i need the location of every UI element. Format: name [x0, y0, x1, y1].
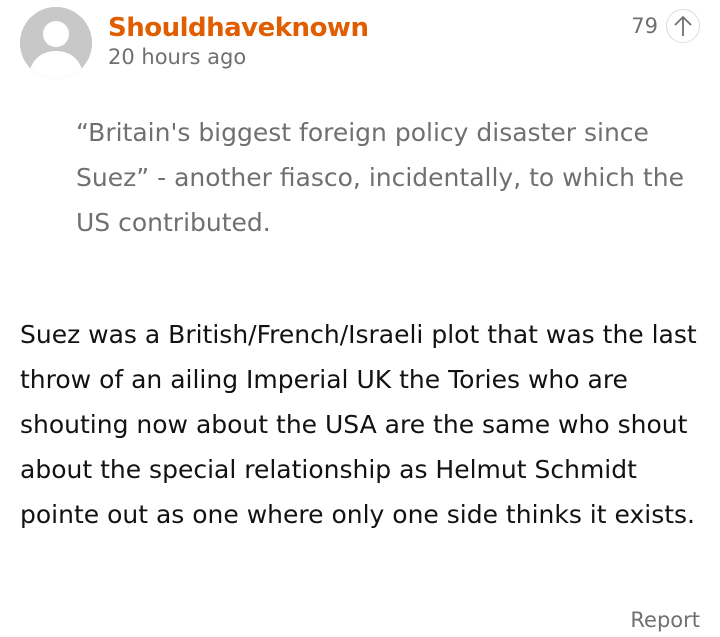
default-avatar-icon[interactable]	[20, 7, 92, 79]
recommend-area: 79	[631, 9, 700, 43]
arrow-up-icon	[674, 15, 692, 36]
quoted-text: “Britain's biggest foreign policy disast…	[76, 118, 684, 237]
report-link[interactable]: Report	[630, 608, 700, 632]
recommend-button[interactable]	[666, 9, 700, 43]
author-name-link[interactable]: Shouldhaveknown	[108, 13, 369, 43]
comment-timestamp[interactable]: 20 hours ago	[108, 45, 246, 69]
comment: Shouldhaveknown 20 hours ago 79 “Britain…	[0, 0, 720, 637]
comment-body: Suez was a British/French/Israeli plot t…	[20, 320, 697, 529]
recommend-count: 79	[631, 14, 658, 38]
